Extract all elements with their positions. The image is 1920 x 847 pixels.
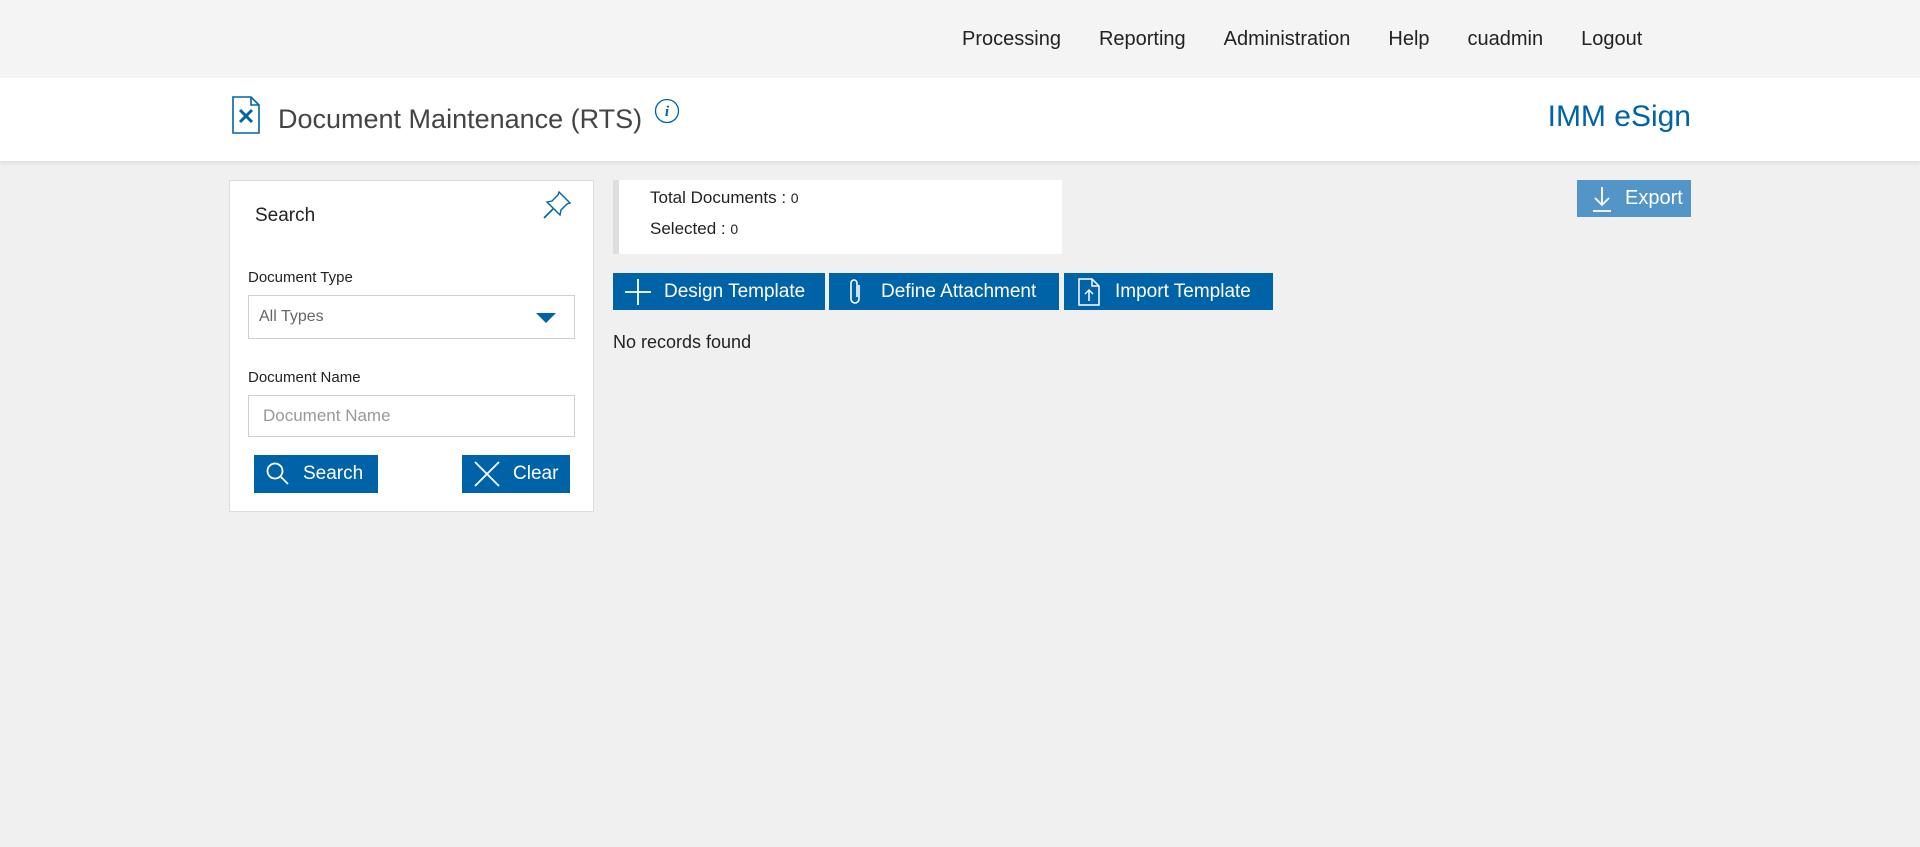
clear-button-label: Clear bbox=[513, 463, 559, 484]
file-upload-icon bbox=[1078, 277, 1100, 306]
document-summary: Total Documents : 0 Selected : 0 bbox=[613, 180, 1062, 254]
plus-icon bbox=[625, 278, 651, 305]
design-template-button[interactable]: Design Template bbox=[613, 273, 825, 310]
pin-icon[interactable] bbox=[541, 189, 573, 221]
export-button[interactable]: Export bbox=[1577, 180, 1691, 217]
document-name-label: Document Name bbox=[248, 369, 361, 386]
selected-label: Selected : bbox=[650, 219, 731, 238]
nav-reporting[interactable]: Reporting bbox=[1099, 28, 1186, 51]
chevron-down-icon bbox=[536, 313, 556, 323]
nav-processing[interactable]: Processing bbox=[962, 28, 1061, 51]
clear-button[interactable]: Clear bbox=[462, 455, 570, 493]
document-type-select[interactable]: All Types bbox=[248, 295, 575, 339]
export-button-label: Export bbox=[1625, 187, 1683, 209]
main-menu: Processing Reporting Administration Help… bbox=[962, 28, 1680, 51]
total-documents-count: 0 bbox=[790, 190, 799, 206]
search-button-label: Search bbox=[303, 463, 364, 484]
import-template-label: Import Template bbox=[1115, 280, 1251, 302]
document-tools-icon bbox=[231, 96, 261, 134]
document-name-input[interactable] bbox=[248, 395, 575, 437]
document-type-value: All Types bbox=[259, 308, 324, 325]
document-type-label: Document Type bbox=[248, 269, 353, 286]
selected-count: 0 bbox=[730, 221, 739, 237]
brand-name: IMM eSign bbox=[1547, 100, 1691, 133]
selected-documents: Selected : 0 bbox=[650, 219, 738, 239]
search-button[interactable]: Search bbox=[254, 455, 378, 493]
import-template-button[interactable]: Import Template bbox=[1064, 273, 1273, 310]
total-documents-label: Total Documents : bbox=[650, 188, 791, 207]
nav-administration[interactable]: Administration bbox=[1224, 28, 1351, 51]
define-attachment-label: Define Attachment bbox=[881, 280, 1037, 302]
nav-help[interactable]: Help bbox=[1388, 28, 1429, 51]
page-title: Document Maintenance (RTS) bbox=[278, 104, 643, 134]
download-icon bbox=[1593, 186, 1611, 212]
define-attachment-button[interactable]: Define Attachment bbox=[829, 273, 1059, 310]
design-template-label: Design Template bbox=[664, 280, 806, 302]
info-icon[interactable]: i bbox=[654, 98, 680, 124]
total-documents: Total Documents : 0 bbox=[650, 188, 799, 208]
search-icon bbox=[266, 462, 289, 485]
paperclip-icon bbox=[850, 278, 860, 304]
search-panel-title: Search bbox=[255, 205, 316, 226]
no-records-message: No records found bbox=[613, 332, 752, 352]
search-panel: Search Document Type All Types Document … bbox=[229, 180, 594, 512]
nav-user[interactable]: cuadmin bbox=[1468, 28, 1544, 51]
top-navigation: Processing Reporting Administration Help… bbox=[0, 0, 1920, 78]
close-icon bbox=[474, 461, 500, 487]
nav-logout[interactable]: Logout bbox=[1581, 28, 1642, 51]
page-header: Document Maintenance (RTS) i IMM eSign bbox=[0, 78, 1920, 161]
